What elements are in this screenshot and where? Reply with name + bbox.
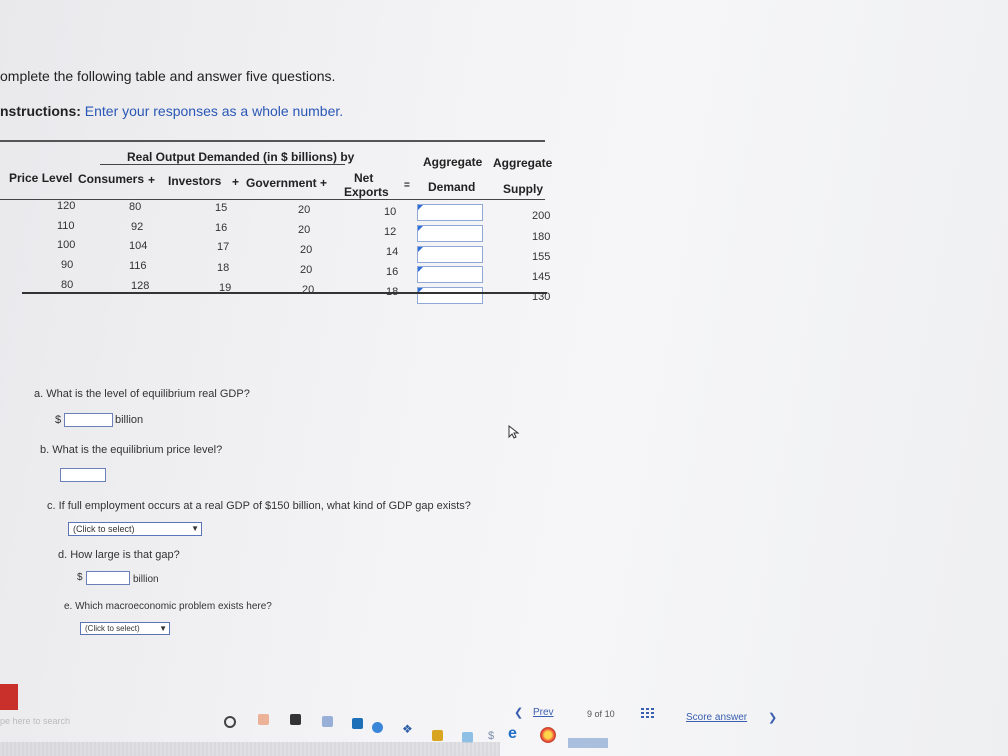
chrome-icon[interactable] bbox=[540, 727, 556, 743]
cell-investors: 18 bbox=[217, 262, 230, 274]
cell-net-exports: 12 bbox=[384, 226, 397, 238]
page-heading: omplete the following table and answer f… bbox=[0, 68, 336, 84]
header-equals: = bbox=[404, 180, 410, 191]
cell-consumers: 92 bbox=[131, 221, 144, 233]
taskbar-app-icon[interactable] bbox=[352, 718, 363, 729]
cell-investors: 17 bbox=[217, 241, 230, 253]
cell-price: 100 bbox=[57, 239, 76, 251]
gdp-gap-type-select[interactable]: (Click to select) ▼ bbox=[68, 522, 202, 536]
unit-label: billion bbox=[115, 414, 144, 426]
macro-problem-select[interactable]: (Click to select) ▼ bbox=[80, 622, 170, 635]
taskbar-app-icon[interactable] bbox=[258, 714, 269, 725]
page-of: of bbox=[594, 709, 603, 719]
unit-label: billion bbox=[133, 574, 159, 585]
question-c: c. If full employment occurs at a real G… bbox=[47, 500, 471, 512]
group-header-rule bbox=[100, 164, 345, 165]
taskbar-search[interactable]: pe here to search bbox=[0, 716, 70, 726]
taskbar-app-icon[interactable] bbox=[322, 716, 333, 727]
header-demand: Demand bbox=[428, 180, 476, 194]
cell-consumers: 104 bbox=[129, 240, 148, 252]
cell-investors: 15 bbox=[215, 202, 228, 214]
header-aggregate-supply-1: Aggregate bbox=[493, 156, 553, 170]
equilibrium-gdp-input[interactable] bbox=[64, 413, 113, 427]
cell-investors: 16 bbox=[215, 222, 228, 234]
taskbar-app-icon[interactable] bbox=[568, 738, 608, 748]
taskbar-strip bbox=[0, 742, 500, 756]
cell-supply: 145 bbox=[532, 271, 551, 283]
header-exports: Exports bbox=[344, 185, 389, 199]
currency-symbol: $ bbox=[55, 414, 62, 426]
header-price-level: Price Level bbox=[9, 171, 73, 185]
header-plus-2: + bbox=[232, 175, 240, 189]
prev-link[interactable]: Prev bbox=[533, 707, 554, 718]
table-header-rule bbox=[0, 199, 545, 200]
header-plus-1: + bbox=[148, 173, 156, 187]
cell-consumers: 80 bbox=[129, 201, 142, 213]
taskbar-app-icon[interactable] bbox=[372, 722, 383, 733]
instructions-label: nstructions: bbox=[0, 103, 81, 119]
mouse-cursor-icon bbox=[508, 425, 520, 439]
table-top-rule bbox=[0, 140, 545, 142]
gap-size-input[interactable] bbox=[86, 571, 130, 585]
header-government: Government + bbox=[246, 176, 328, 190]
currency-symbol: $ bbox=[77, 572, 83, 583]
edge-icon[interactable]: e bbox=[508, 725, 517, 743]
question-e: e. Which macroeconomic problem exists he… bbox=[64, 601, 272, 612]
cell-government: 20 bbox=[302, 284, 315, 296]
score-answer-link[interactable]: Score answer bbox=[686, 712, 747, 723]
page-indicator: 9 of 10 bbox=[587, 709, 615, 719]
select-value: (Click to select) bbox=[85, 624, 140, 633]
page-current: 9 bbox=[587, 709, 593, 719]
instructions-text: Enter your responses as a whole number. bbox=[84, 103, 344, 119]
equilibrium-price-input[interactable] bbox=[60, 468, 106, 482]
cell-government: 20 bbox=[300, 264, 313, 276]
chevron-down-icon: ▼ bbox=[191, 524, 199, 533]
cell-government: 20 bbox=[298, 224, 311, 236]
cell-price: 80 bbox=[61, 279, 74, 291]
aggregate-demand-input-5[interactable] bbox=[417, 287, 483, 304]
cell-price: 110 bbox=[57, 220, 75, 232]
cell-government: 20 bbox=[298, 204, 311, 216]
header-supply: Supply bbox=[503, 182, 544, 196]
question-a: a. What is the level of equilibrium real… bbox=[34, 388, 250, 400]
page-total: 10 bbox=[604, 709, 615, 719]
table-bottom-rule bbox=[22, 292, 547, 294]
cell-price: 120 bbox=[57, 200, 76, 212]
folder-icon[interactable] bbox=[432, 730, 443, 741]
aggregate-demand-input-3[interactable] bbox=[417, 246, 483, 263]
cell-consumers: 116 bbox=[129, 260, 147, 272]
cell-net-exports: 10 bbox=[384, 206, 397, 218]
chevron-left-icon[interactable]: ❮ bbox=[514, 706, 523, 719]
header-consumers: Consumers bbox=[78, 172, 145, 186]
aggregate-demand-input-1[interactable] bbox=[417, 204, 483, 221]
cell-government: 20 bbox=[300, 244, 313, 256]
cell-supply: 200 bbox=[532, 210, 551, 222]
cortana-icon[interactable] bbox=[224, 716, 236, 728]
grid-icon[interactable] bbox=[641, 708, 655, 720]
store-icon[interactable] bbox=[290, 714, 301, 725]
cell-net-exports: 16 bbox=[386, 266, 399, 278]
dollar-app-icon[interactable]: $ bbox=[488, 730, 494, 742]
header-investors: Investors bbox=[168, 174, 222, 188]
group-header: Real Output Demanded (in $ billions) by bbox=[127, 150, 355, 164]
cell-price: 90 bbox=[61, 259, 74, 271]
header-aggregate-demand-1: Aggregate bbox=[423, 155, 483, 169]
app-logo bbox=[0, 684, 18, 710]
cell-net-exports: 14 bbox=[386, 246, 399, 258]
question-d: d. How large is that gap? bbox=[58, 549, 180, 561]
chevron-down-icon: ▼ bbox=[159, 624, 167, 633]
cell-consumers: 128 bbox=[131, 280, 150, 292]
instructions: nstructions: Enter your responses as a w… bbox=[0, 103, 343, 119]
dropbox-icon[interactable]: ❖ bbox=[402, 722, 413, 736]
chevron-right-icon[interactable]: ❯ bbox=[768, 711, 777, 724]
header-net: Net bbox=[354, 171, 374, 185]
aggregate-demand-input-4[interactable] bbox=[417, 266, 483, 283]
cell-supply: 155 bbox=[532, 251, 551, 263]
aggregate-demand-input-2[interactable] bbox=[417, 225, 483, 242]
question-b: b. What is the equilibrium price level? bbox=[40, 444, 223, 456]
cell-supply: 180 bbox=[532, 231, 551, 243]
select-value: (Click to select) bbox=[73, 524, 135, 534]
